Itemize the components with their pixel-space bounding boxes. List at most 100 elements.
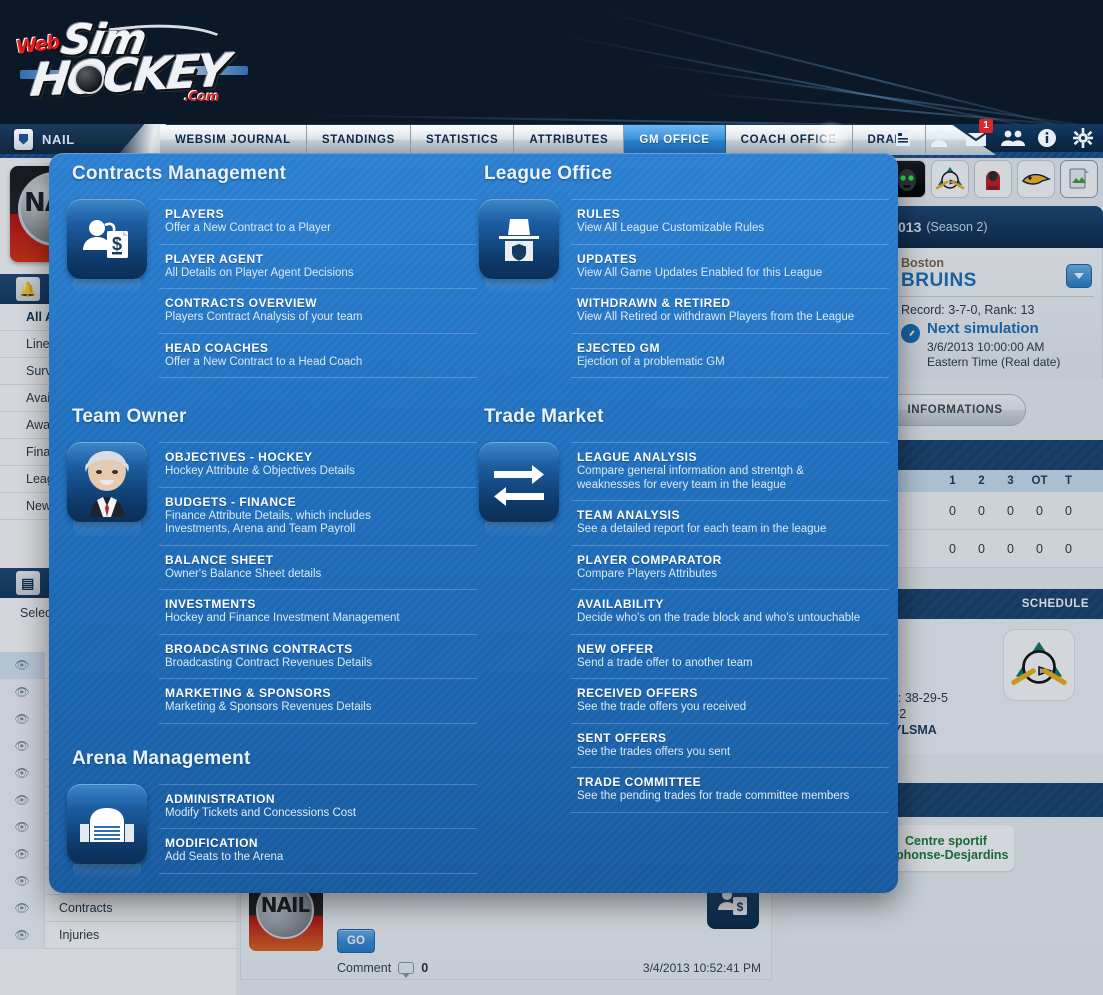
cell-score: 0 [1036, 503, 1043, 518]
next-simulation-date: 3/6/2013 10:00:00 AM [927, 340, 1045, 354]
menu-item-budgets-finance[interactable]: BUDGETS - FINANCE Finance Attribute Deta… [159, 488, 477, 546]
team-logo-row [888, 160, 1098, 198]
bell-icon: 🔔 [16, 277, 40, 301]
next-simulation-title: Next simulation [927, 320, 1039, 337]
cell-score: 0 [949, 503, 956, 518]
menu-item-updates[interactable]: UPDATES View All Game Updates Enabled fo… [571, 245, 889, 289]
eye-icon[interactable]: 👁 [0, 705, 45, 733]
menu-item-trade-committee[interactable]: TRADE COMMITTEE See the pending trades f… [571, 768, 889, 813]
eye-icon[interactable]: 👁 [0, 894, 45, 922]
anaheim-ducks-logo [1003, 629, 1075, 701]
gm-office-mega-menu: Contracts Management $ PLAYERS Offer a N… [49, 153, 898, 893]
mail-icon[interactable]: 1 [965, 119, 993, 148]
eye-icon[interactable]: 👁 [0, 840, 45, 868]
menu-item-desc: See the pending trades for trade committ… [577, 790, 850, 802]
mail-badge-count: 1 [979, 119, 993, 133]
team-dropdown-button[interactable] [1066, 264, 1092, 288]
menu-item-head-coaches[interactable]: HEAD COACHES Offer a New Contract to a H… [159, 334, 477, 378]
arena-icon [67, 783, 147, 880]
menu-item-rules[interactable]: RULES View All League Customizable Rules [571, 200, 889, 245]
comment-count: 0 [421, 961, 429, 975]
menu-item-ejected-gm[interactable]: EJECTED GM Ejection of a problematic GM [571, 334, 889, 378]
menu-item-title: MODIFICATION [165, 836, 259, 850]
menu-item-administration[interactable]: ADMINISTRATION Modify Tickets and Conces… [159, 785, 477, 829]
cell-score: 0 [1007, 541, 1014, 556]
red-hood-logo[interactable] [974, 160, 1012, 198]
eye-icon[interactable]: 👁 [0, 759, 45, 787]
tab-informations[interactable]: INFORMATIONS [884, 394, 1026, 426]
menu-item-title: NEW OFFER [577, 641, 654, 656]
go-button[interactable]: GO [337, 929, 375, 953]
gear-icon[interactable] [1073, 128, 1093, 148]
menu-item-player-comparator[interactable]: PLAYER COMPARATOR Compare Players Attrib… [571, 546, 889, 590]
menu-item-title: BALANCE SHEET [165, 552, 274, 567]
news-avatar-label: NAIL [260, 893, 310, 917]
site-banner: Sim HOCKEY Web .Com [0, 0, 1103, 128]
menu-item-modification[interactable]: MODIFICATION Add Seats to the Arena [159, 829, 477, 874]
eye-icon[interactable]: 👁 [0, 921, 45, 949]
menu-item-marketing-sponsors[interactable]: MARKETING & SPONSORS Marketing & Sponsor… [159, 679, 477, 724]
col-period-3: 3 [1007, 475, 1014, 487]
cell-score: 0 [978, 541, 985, 556]
tab-coach-office[interactable]: COACH OFFICE [725, 125, 853, 155]
comment-row[interactable]: Comment 0 [337, 961, 429, 978]
tab-gm-office[interactable]: GM OFFICE [624, 125, 726, 155]
sidebar-item-injuries[interactable]: 👁 Injuries [0, 921, 236, 949]
menu-item-broadcasting-contracts[interactable]: BROADCASTING CONTRACTS Broadcasting Cont… [159, 635, 477, 679]
menu-item-title: RECEIVED OFFERS [577, 686, 698, 700]
menu-item-objectives-hockey[interactable]: OBJECTIVES - HOCKEY Hockey Attribute & O… [159, 443, 477, 488]
svg-text:$: $ [112, 234, 122, 254]
menu-item-desc: Ejection of a problematic GM [577, 355, 725, 368]
league-podium-icon [479, 199, 559, 295]
info-icon[interactable] [1037, 128, 1057, 148]
tab-statistics[interactable]: STATISTICS [411, 125, 515, 155]
section-item-list: ADMINISTRATION Modify Tickets and Conces… [159, 783, 477, 874]
tab-standings[interactable]: STANDINGS [306, 125, 412, 155]
ad-tile-centre-sportif[interactable]: Centre sportif Alphonse-Desjardins [878, 825, 1014, 871]
eye-icon[interactable]: 👁 [0, 786, 45, 814]
eye-icon[interactable]: 👁 [0, 651, 45, 679]
journal-icon[interactable] [893, 128, 913, 148]
menu-item-investments[interactable]: INVESTMENTS Hockey and Finance Investmen… [159, 590, 477, 635]
eye-icon[interactable]: 👁 [0, 732, 45, 760]
tab-websim-journal[interactable]: WEBSIM JOURNAL [160, 125, 307, 155]
divider [899, 296, 1094, 297]
menu-item-availability[interactable]: AVAILABILITY Decide who's on the trade b… [571, 590, 889, 635]
menu-item-players[interactable]: PLAYERS Offer a New Contract to a Player [159, 200, 477, 245]
menu-item-contracts-overview[interactable]: CONTRACTS OVERVIEW Players Contract Anal… [159, 289, 477, 334]
menu-item-received-offers[interactable]: RECEIVED OFFERS See the trade offers you… [571, 679, 889, 724]
menu-item-title: MARKETING & SPONSORS [165, 686, 332, 700]
tab-attributes[interactable]: ATTRIBUTES [514, 125, 625, 155]
eye-icon[interactable]: 👁 [0, 867, 45, 895]
menu-item-desc: Players Contract Analysis of your team [165, 311, 363, 323]
menu-item-title: PLAYERS [165, 207, 225, 221]
news-icon: ▤ [16, 571, 40, 595]
add-image-icon[interactable] [1060, 160, 1098, 198]
menu-item-desc: Hockey Attribute & Objectives Details [165, 465, 355, 477]
ad-line-1: Centre sportif [905, 834, 987, 848]
anaheim-ducks-logo[interactable] [931, 160, 969, 198]
menu-item-title: HEAD COACHES [165, 340, 269, 355]
menu-item-sent-offers[interactable]: SENT OFFERS See the trades offers you se… [571, 724, 889, 768]
menu-item-title: AVAILABILITY [577, 597, 664, 611]
menu-item-title: RULES [577, 207, 621, 221]
profile-icon[interactable] [929, 128, 949, 148]
nashville-predators-logo[interactable] [1017, 160, 1055, 198]
clock-icon [901, 324, 920, 343]
cell-score: 0 [1065, 541, 1072, 556]
friends-icon[interactable] [1001, 128, 1025, 148]
menu-item-team-analysis[interactable]: TEAM ANALYSIS See a detailed report for … [571, 501, 889, 546]
col-ot: OT [1031, 475, 1048, 487]
menu-item-desc: Compare Players Attributes [577, 567, 717, 580]
eye-icon[interactable]: 👁 [0, 813, 45, 841]
site-logo[interactable]: Sim HOCKEY Web .Com [8, 8, 258, 107]
menu-item-player-agent[interactable]: PLAYER AGENT All Details on Player Agent… [159, 245, 477, 289]
menu-item-balance-sheet[interactable]: BALANCE SHEET Owner's Balance Sheet deta… [159, 546, 477, 590]
menu-item-league-analysis[interactable]: LEAGUE ANALYSIS Compare general informat… [571, 443, 889, 501]
menu-item-new-offer[interactable]: NEW OFFER Send a trade offer to another … [571, 635, 889, 679]
menu-item-desc: See the trades offers you sent [577, 745, 731, 758]
schedule-header-right[interactable]: SCHEDULE [1022, 598, 1089, 610]
sidebar-item-contracts[interactable]: 👁 Contracts [0, 894, 236, 922]
menu-item-withdrawn-retired[interactable]: WITHDRAWN & RETIRED View All Retired or … [571, 289, 889, 334]
eye-icon[interactable]: 👁 [0, 678, 45, 706]
